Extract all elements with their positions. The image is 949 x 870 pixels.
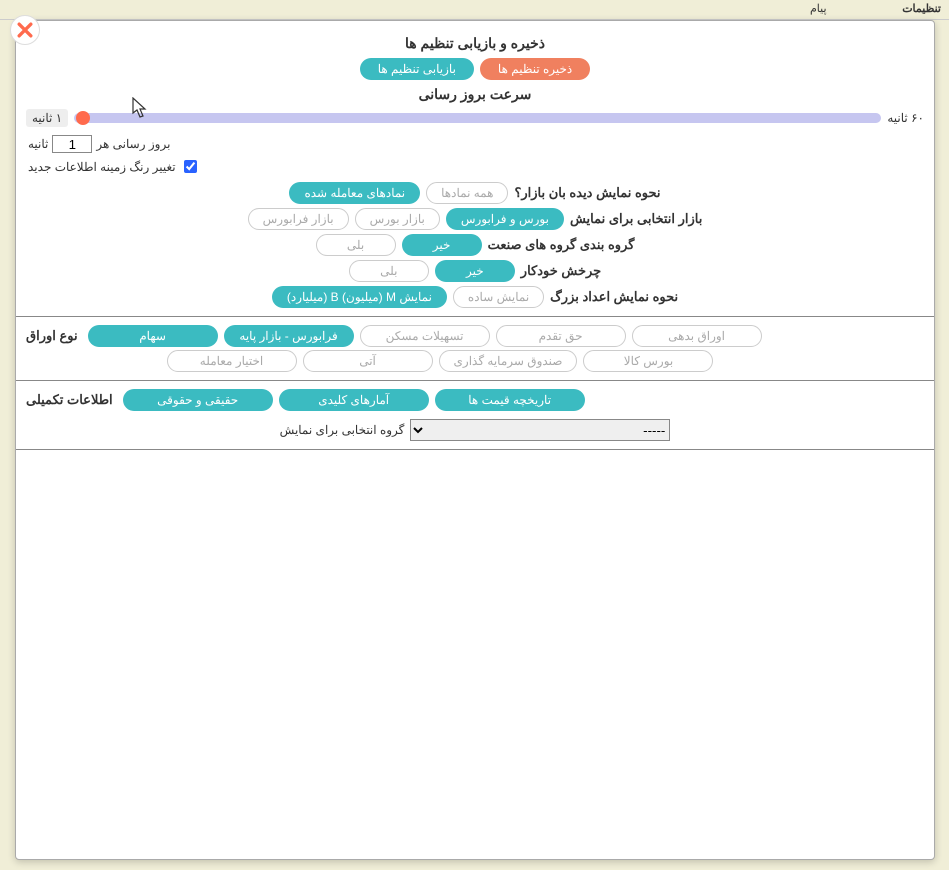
market-watch-label: نحوه نمایش دیده بان بازار؟ — [514, 185, 660, 201]
auto-rotate-yes[interactable]: بلی — [349, 260, 429, 282]
market-select-label: بازار انتخابی برای نمایش — [570, 211, 702, 227]
industry-group-yes[interactable]: بلی — [316, 234, 396, 256]
restore-settings-button[interactable]: بازیابی تنظیم ها — [360, 58, 474, 80]
market-select-fara[interactable]: بازار فرابورس — [248, 208, 349, 230]
big-numbers-simple[interactable]: نمایش ساده — [453, 286, 544, 308]
market-select-both[interactable]: بورس و فرابورس — [446, 208, 564, 230]
slider-max-label: ۶۰ ثانیه — [887, 111, 924, 125]
update-interval-slider[interactable] — [74, 113, 881, 123]
extra-real-legal[interactable]: حقیقی و حقوقی — [123, 389, 273, 411]
update-speed-title: سرعت بروز رسانی — [16, 86, 934, 103]
group-select[interactable]: ----- — [410, 419, 670, 441]
securities-label: نوع اوراق — [26, 328, 78, 344]
save-settings-button[interactable]: ذخیره تنظیم ها — [480, 58, 590, 80]
interval-input[interactable] — [52, 135, 92, 153]
sec-right[interactable]: حق تقدم — [496, 325, 626, 347]
big-numbers-label: نحوه نمایش اعداد بزرگ — [550, 289, 678, 305]
close-button[interactable] — [10, 15, 40, 45]
slider-thumb[interactable] — [76, 111, 90, 125]
slider-min-label: ۱ ثانیه — [26, 109, 68, 127]
bg-color-change-label: تغییر رنگ زمینه اطلاعات جدید — [28, 160, 176, 174]
sec-ati[interactable]: آتی — [303, 350, 433, 372]
save-restore-title: ذخیره و بازیابی تنظیم ها — [16, 35, 934, 52]
extra-key-stats[interactable]: آمارهای کلیدی — [279, 389, 429, 411]
industry-group-label: گروه بندی گروه های صنعت — [488, 237, 635, 253]
bg-color-change-checkbox[interactable] — [184, 160, 197, 173]
market-watch-all[interactable]: همه نمادها — [426, 182, 508, 204]
sec-option[interactable]: اختیار معامله — [167, 350, 297, 372]
extra-price-history[interactable]: تاریخچه قیمت ها — [435, 389, 585, 411]
settings-title: تنظیمات — [902, 2, 941, 15]
sec-debt[interactable]: اوراق بدهی — [632, 325, 762, 347]
big-numbers-mb[interactable]: نمایش M (میلیون) B (میلیارد) — [272, 286, 447, 308]
group-select-label: گروه انتخابی برای نمایش — [280, 423, 405, 437]
settings-panel: ذخیره و بازیابی تنظیم ها ذخیره تنظیم ها … — [15, 20, 935, 860]
sec-fund[interactable]: صندوق سرمایه گذاری — [439, 350, 578, 372]
sec-farabourse-base[interactable]: فرابورس - بازار پایه — [224, 325, 354, 347]
market-select-bourse[interactable]: بازار بورس — [355, 208, 440, 230]
sec-housing[interactable]: تسهیلات مسکن — [360, 325, 490, 347]
interval-suffix: ثانیه — [28, 137, 48, 151]
auto-rotate-no[interactable]: خیر — [435, 260, 515, 282]
message-label: پیام — [810, 2, 827, 15]
auto-rotate-label: چرخش خودکار — [521, 263, 601, 279]
close-icon — [15, 20, 35, 40]
market-watch-traded[interactable]: نمادهای معامله شده — [289, 182, 420, 204]
interval-prefix: بروز رسانی هر — [96, 137, 170, 151]
extra-info-label: اطلاعات تکمیلی — [26, 392, 113, 408]
sec-commodity[interactable]: بورس کالا — [583, 350, 713, 372]
sec-stock[interactable]: سهام — [88, 325, 218, 347]
industry-group-no[interactable]: خیر — [402, 234, 482, 256]
